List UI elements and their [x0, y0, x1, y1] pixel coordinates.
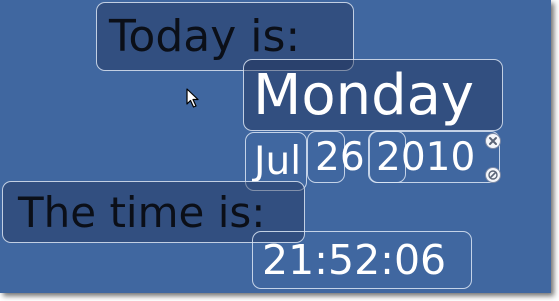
mouse-pointer-icon [186, 88, 200, 112]
time-field[interactable]: 21:52:06 [252, 231, 472, 289]
day-field[interactable]: Monday [243, 59, 503, 131]
date-value: 26 [315, 134, 365, 180]
resize-icon[interactable] [485, 167, 501, 183]
date-field[interactable]: 26 [307, 131, 365, 183]
year-value: 2010 [376, 134, 476, 180]
close-icon[interactable] [485, 133, 501, 149]
year-field[interactable]: 2010 [369, 131, 475, 183]
time-label: The time is: [18, 187, 266, 237]
widget-canvas: Today is: Monday Jul 26 2010 The time is… [0, 0, 551, 293]
month-value: Jul [254, 139, 302, 184]
day-value: Monday [253, 62, 475, 128]
time-value: 21:52:06 [262, 236, 447, 284]
today-label: Today is: [109, 11, 301, 62]
